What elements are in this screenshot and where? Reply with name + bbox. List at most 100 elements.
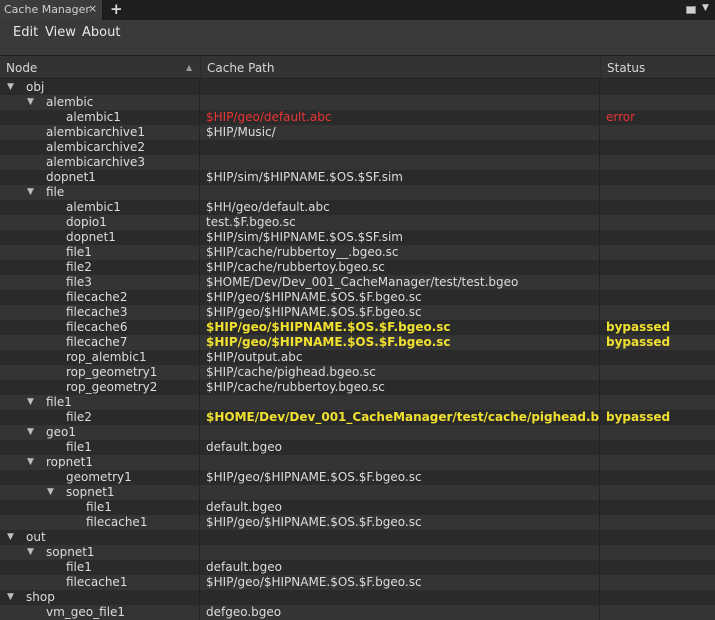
cache-path-cell[interactable]: $HIP/sim/$HIPNAME.$OS.$SF.sim <box>201 230 600 245</box>
cache-path-cell[interactable] <box>201 140 600 155</box>
node-cell: file3 <box>0 275 200 290</box>
cache-path-cell[interactable]: $HH/geo/default.abc <box>201 200 600 215</box>
menu-edit[interactable]: Edit <box>13 25 38 40</box>
tree-row[interactable]: filecache6 $HIP/geo/$HIPNAME.$OS.$F.bgeo.… <box>0 320 715 335</box>
tree-row[interactable]: alembicarchive2 <box>0 140 715 155</box>
status-cell: bypassed <box>606 410 671 424</box>
cache-path-cell[interactable]: $HIP/geo/$HIPNAME.$OS.$F.bgeo.sc <box>201 320 600 335</box>
cache-path-cell[interactable] <box>201 530 600 545</box>
menu-about[interactable]: About <box>82 25 120 40</box>
cache-path-cell[interactable] <box>201 590 600 605</box>
expand-arrow-icon[interactable]: ▼ <box>7 80 14 95</box>
expand-arrow-icon[interactable]: ▼ <box>27 545 34 560</box>
pane-menu-arrow-icon[interactable]: ▼ <box>702 3 709 13</box>
tree-row[interactable]: file1 $HIP/cache/rubbertoy__.bgeo.sc <box>0 245 715 260</box>
cache-path-cell[interactable]: $HIP/cache/rubbertoy__.bgeo.sc <box>201 245 600 260</box>
tree-row[interactable]: file1 default.bgeo <box>0 440 715 455</box>
cache-path-cell[interactable]: $HIP/Music/ <box>201 125 600 140</box>
cache-path-cell[interactable]: test.$F.bgeo.sc <box>201 215 600 230</box>
tree-row[interactable]: ▼ obj <box>0 80 715 95</box>
cache-tree-view[interactable]: Node ▲ Cache Path Status ▼ obj ▼ alembic ale… <box>0 55 715 620</box>
cache-path-cell[interactable] <box>201 80 600 95</box>
cache-path-cell[interactable] <box>201 185 600 200</box>
cache-path-cell[interactable]: $HIP/cache/rubbertoy.bgeo.sc <box>201 380 600 395</box>
tree-row[interactable]: vm_geo_file1 defgeo.bgeo <box>0 605 715 620</box>
expand-arrow-icon[interactable]: ▼ <box>27 455 34 470</box>
cache-path-cell[interactable]: defgeo.bgeo <box>201 605 600 620</box>
tree-row[interactable]: ▼ alembic <box>0 95 715 110</box>
cache-path-cell[interactable] <box>201 425 600 440</box>
tree-row[interactable]: filecache1 $HIP/geo/$HIPNAME.$OS.$F.bgeo.… <box>0 575 715 590</box>
cache-path-cell[interactable]: $HIP/geo/$HIPNAME.$OS.$F.bgeo.sc <box>201 335 600 350</box>
tree-row[interactable]: rop_geometry1 $HIP/cache/pighead.bgeo.sc <box>0 365 715 380</box>
expand-arrow-icon[interactable]: ▼ <box>27 185 34 200</box>
sort-ascending-icon[interactable]: ▲ <box>186 63 192 72</box>
expand-arrow-icon[interactable]: ▼ <box>27 95 34 110</box>
cache-path-cell[interactable] <box>201 155 600 170</box>
tree-row[interactable]: ▼ sopnet1 <box>0 545 715 560</box>
cache-path-cell[interactable] <box>201 485 600 500</box>
menu-view[interactable]: View <box>45 25 76 40</box>
tree-row[interactable]: alembicarchive3 <box>0 155 715 170</box>
node-name: obj <box>26 80 45 94</box>
expand-arrow-icon[interactable]: ▼ <box>47 485 54 500</box>
column-header-path[interactable]: Cache Path <box>201 56 601 79</box>
cache-path-cell[interactable]: $HIP/cache/rubbertoy.bgeo.sc <box>201 260 600 275</box>
cache-path-cell[interactable]: default.bgeo <box>201 500 600 515</box>
add-tab-icon[interactable]: + <box>110 0 123 18</box>
column-header-node[interactable]: Node <box>0 56 201 79</box>
cache-path-cell[interactable]: $HIP/geo/$HIPNAME.$OS.$F.bgeo.sc <box>201 575 600 590</box>
cache-path-cell[interactable] <box>201 395 600 410</box>
close-icon[interactable]: × <box>88 2 97 15</box>
tree-row[interactable]: dopnet1 $HIP/sim/$HIPNAME.$OS.$SF.sim <box>0 170 715 185</box>
tree-row[interactable]: ▼ shop <box>0 590 715 605</box>
column-header-status[interactable]: Status <box>601 56 715 79</box>
cache-path-cell[interactable]: $HIP/geo/default.abc <box>201 110 600 125</box>
cache-path-cell[interactable]: $HIP/geo/$HIPNAME.$OS.$F.bgeo.sc <box>201 290 600 305</box>
tree-row[interactable]: rop_geometry2 $HIP/cache/rubbertoy.bgeo.s… <box>0 380 715 395</box>
cache-path-cell[interactable]: $HIP/sim/$HIPNAME.$OS.$SF.sim <box>201 170 600 185</box>
status-cell <box>601 530 715 545</box>
tree-row[interactable]: ▼ sopnet1 <box>0 485 715 500</box>
tree-row[interactable]: alembic1 $HH/geo/default.abc <box>0 200 715 215</box>
cache-path-cell[interactable] <box>201 95 600 110</box>
tree-row[interactable]: alembicarchive1 $HIP/Music/ <box>0 125 715 140</box>
tree-row[interactable]: filecache2 $HIP/geo/$HIPNAME.$OS.$F.bgeo.… <box>0 290 715 305</box>
tree-row[interactable]: filecache7 $HIP/geo/$HIPNAME.$OS.$F.bgeo.… <box>0 335 715 350</box>
tree-row[interactable]: dopio1 test.$F.bgeo.sc <box>0 215 715 230</box>
tree-row[interactable]: alembic1 $HIP/geo/default.abc error <box>0 110 715 125</box>
tree-row[interactable]: ▼ ropnet1 <box>0 455 715 470</box>
tree-row[interactable]: filecache1 $HIP/geo/$HIPNAME.$OS.$F.bgeo.… <box>0 515 715 530</box>
expand-arrow-icon[interactable]: ▼ <box>7 530 14 545</box>
tab-cache-manager[interactable]: Cache Manager × <box>0 0 103 20</box>
tree-row[interactable]: ▼ out <box>0 530 715 545</box>
cache-path-cell[interactable]: $HIP/geo/$HIPNAME.$OS.$F.bgeo.sc <box>201 470 600 485</box>
expand-arrow-icon[interactable]: ▼ <box>7 590 14 605</box>
cache-path-cell[interactable]: default.bgeo <box>201 560 600 575</box>
expand-arrow-icon[interactable]: ▼ <box>27 425 34 440</box>
cache-path-cell[interactable]: default.bgeo <box>201 440 600 455</box>
expand-arrow-icon[interactable]: ▼ <box>27 395 34 410</box>
tree-row[interactable]: file1 default.bgeo <box>0 560 715 575</box>
tree-row[interactable]: ▼ file1 <box>0 395 715 410</box>
maximize-pane-icon[interactable] <box>686 6 696 14</box>
tree-row[interactable]: filecache3 $HIP/geo/$HIPNAME.$OS.$F.bgeo.… <box>0 305 715 320</box>
tree-row[interactable]: rop_alembic1 $HIP/output.abc <box>0 350 715 365</box>
cache-path-cell[interactable]: $HOME/Dev/Dev_001_CacheManager/test/test… <box>201 275 600 290</box>
cache-path-cell[interactable]: $HIP/geo/$HIPNAME.$OS.$F.bgeo.sc <box>201 515 600 530</box>
tree-row[interactable]: file1 default.bgeo <box>0 500 715 515</box>
tree-row[interactable]: file2 $HOME/Dev/Dev_001_CacheManager/test… <box>0 410 715 425</box>
tree-row[interactable]: ▼ geo1 <box>0 425 715 440</box>
tree-row[interactable]: ▼ file <box>0 185 715 200</box>
cache-path-cell[interactable]: $HIP/geo/$HIPNAME.$OS.$F.bgeo.sc <box>201 305 600 320</box>
tree-row[interactable]: file3 $HOME/Dev/Dev_001_CacheManager/test… <box>0 275 715 290</box>
node-name: filecache7 <box>66 335 128 349</box>
cache-path-cell[interactable] <box>201 455 600 470</box>
tree-row[interactable]: dopnet1 $HIP/sim/$HIPNAME.$OS.$SF.sim <box>0 230 715 245</box>
cache-path-cell[interactable]: $HOME/Dev/Dev_001_CacheManager/test/cach… <box>201 410 600 425</box>
cache-path-cell[interactable] <box>201 545 600 560</box>
tree-row[interactable]: file2 $HIP/cache/rubbertoy.bgeo.sc <box>0 260 715 275</box>
cache-path-cell[interactable]: $HIP/output.abc <box>201 350 600 365</box>
cache-path-cell[interactable]: $HIP/cache/pighead.bgeo.sc <box>201 365 600 380</box>
tree-row[interactable]: geometry1 $HIP/geo/$HIPNAME.$OS.$F.bgeo.s… <box>0 470 715 485</box>
